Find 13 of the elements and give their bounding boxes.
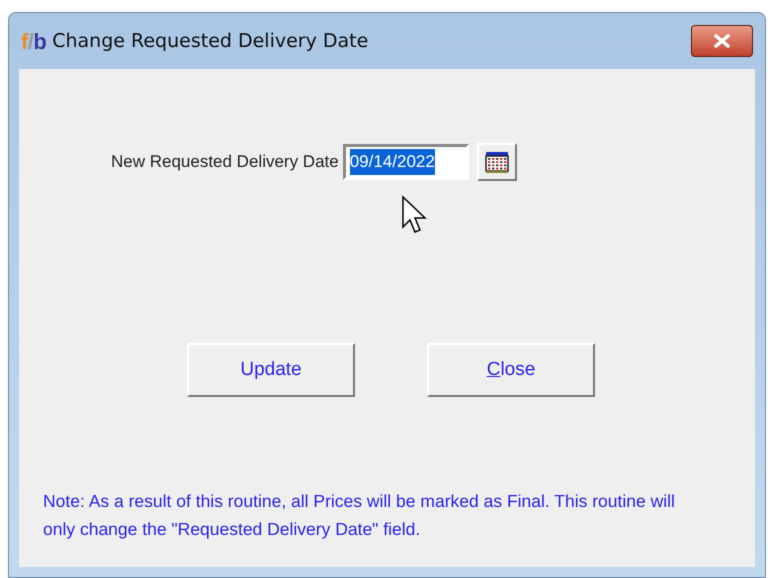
note-text: Note: As a result of this routine, all Prices will be marked as Final. This routine will only change the "Requested Delivery Date" field.: [42, 490, 676, 541]
app-logo: f/b: [20, 28, 46, 56]
date-field[interactable]: 09/14/2022: [342, 144, 469, 180]
calendar-icon: [484, 151, 509, 173]
close-icon: [713, 34, 731, 48]
cursor-icon: [401, 195, 427, 235]
field-label: New Requested Delivery Date: [111, 151, 339, 174]
dialog-button[interactable]: Update: [187, 343, 355, 397]
window-title: Change Requested Delivery Date: [52, 28, 368, 54]
close-button[interactable]: [691, 25, 753, 57]
date-value: 09/14/2022: [350, 149, 435, 175]
calendar-button[interactable]: [476, 143, 517, 181]
dialog-button[interactable]: Close: [427, 343, 595, 397]
